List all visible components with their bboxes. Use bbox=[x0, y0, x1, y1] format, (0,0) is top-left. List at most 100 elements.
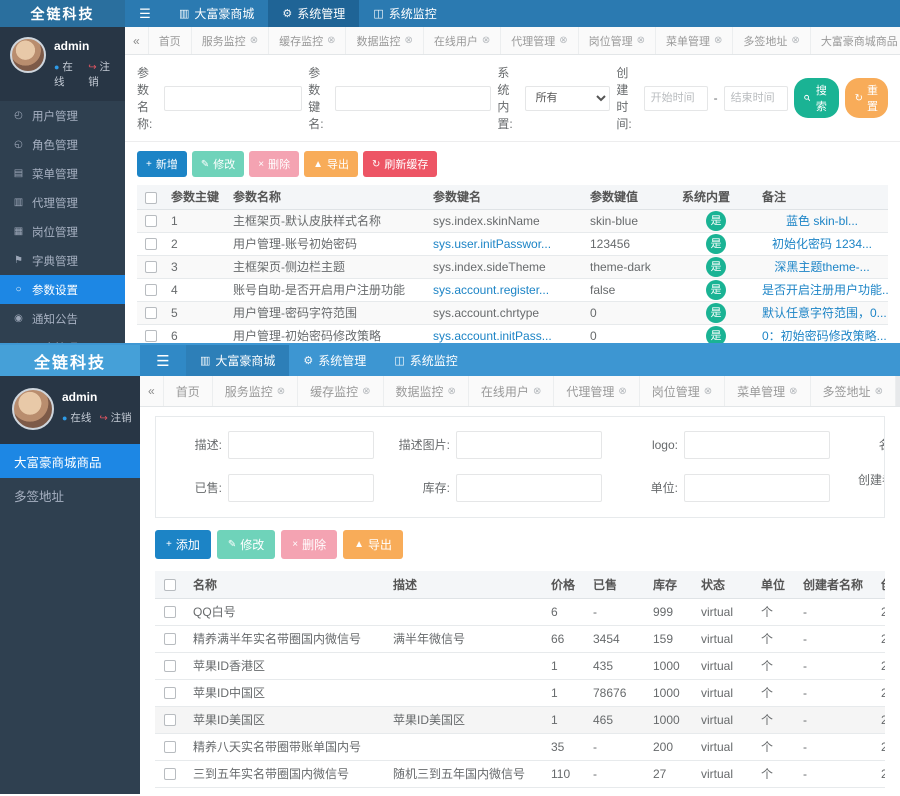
tab-item[interactable]: 大富豪商城商品 ⊗ bbox=[811, 27, 900, 54]
param-name-input[interactable] bbox=[164, 86, 302, 111]
field-input[interactable] bbox=[684, 474, 830, 502]
sidebar-item[interactable]: ◵ 角色管理 ‹ bbox=[0, 130, 125, 159]
remark-link[interactable]: 默认任意字符范围，0... bbox=[756, 301, 888, 324]
sidebar-item[interactable]: ▤ 菜单管理 ‹ bbox=[0, 159, 125, 188]
row-checkbox[interactable] bbox=[145, 261, 157, 273]
tab-close-icon[interactable]: ⊗ bbox=[637, 35, 645, 46]
param-key-cell[interactable]: sys.account.initPass... bbox=[427, 324, 584, 345]
remark-link[interactable]: 初始化密码 1234... bbox=[756, 232, 888, 255]
tab-close-icon[interactable]: ⊗ bbox=[875, 386, 883, 397]
sidebar-item[interactable]: ◴ 用户管理 ‹ bbox=[0, 101, 125, 130]
row-checkbox[interactable] bbox=[164, 660, 176, 672]
tab-item[interactable]: 代理管理 ⊗ bbox=[554, 376, 639, 406]
column-header[interactable]: 参数主键 bbox=[165, 185, 227, 209]
table-row[interactable]: 6 用户管理-初始密码修改策略 sys.account.initPass... … bbox=[137, 324, 888, 345]
toolbar-button[interactable]: ↻ 刷新缓存 bbox=[363, 151, 437, 177]
toolbar-button[interactable]: ▲ 导出 bbox=[343, 530, 403, 559]
logout-link[interactable]: ↪ 注销 bbox=[88, 59, 117, 89]
table-row[interactable]: 苹果ID中国区 1 78676 1000 virtual 个 - 20 bbox=[155, 679, 885, 706]
tab-close-icon[interactable]: ⊗ bbox=[533, 386, 541, 397]
remark-link[interactable]: 是否开启注册用户功能... bbox=[756, 278, 888, 301]
table-row[interactable]: 1 主框架页-默认皮肤样式名称 sys.index.skinName skin-… bbox=[137, 209, 888, 232]
table-row[interactable]: 精养满半年实名带圈国内微信号 满半年微信号 66 3454 159 virtua… bbox=[155, 625, 885, 652]
remark-link[interactable]: 蓝色 skin-bl... bbox=[756, 209, 888, 232]
toolbar-button[interactable]: + 添加 bbox=[155, 530, 211, 559]
table-row[interactable]: 5 用户管理-密码字符范围 sys.account.chrtype 0 是 默认… bbox=[137, 301, 888, 324]
tab-close-icon[interactable]: ⊗ bbox=[789, 386, 797, 397]
tab-item[interactable]: 缓存监控 ⊗ bbox=[298, 376, 383, 406]
table-row[interactable]: 苹果ID美国区 苹果ID美国区 1 465 1000 virtual 个 - 2… bbox=[155, 706, 885, 733]
sidebar-item[interactable]: 多签地址 bbox=[0, 478, 140, 512]
avatar[interactable] bbox=[10, 37, 46, 73]
sidebar-item[interactable]: ✎ 日志管理 ‹ bbox=[0, 333, 125, 345]
field-input[interactable] bbox=[684, 431, 830, 459]
tab-item[interactable]: 缓存监控 ⊗ bbox=[269, 27, 346, 54]
tab-item[interactable]: 菜单管理 ⊗ bbox=[656, 27, 733, 54]
reset-button[interactable]: ↻ 重置 bbox=[845, 78, 888, 118]
tab-close-icon[interactable]: ⊗ bbox=[404, 35, 412, 46]
tab-item[interactable]: 在线用户 ⊗ bbox=[424, 27, 501, 54]
nav-item[interactable]: ⚙ 系统管理 bbox=[268, 0, 359, 27]
tab-close-icon[interactable]: ⊗ bbox=[362, 386, 370, 397]
column-header[interactable]: 库存 bbox=[645, 571, 693, 598]
sidebar-toggle-button[interactable]: ☰ bbox=[125, 0, 165, 27]
table-row[interactable]: 苹果ID香港区 1 435 1000 virtual 个 - 20 bbox=[155, 652, 885, 679]
select-all-checkbox[interactable] bbox=[164, 579, 176, 591]
row-checkbox[interactable] bbox=[164, 687, 176, 699]
table-row[interactable]: 精养满月国内带实名带圈微信号 38 - 200 virtual 个 - 20 bbox=[155, 787, 885, 794]
tab-close-icon[interactable]: ⊗ bbox=[714, 35, 722, 46]
row-checkbox[interactable] bbox=[164, 768, 176, 780]
table-row[interactable]: 3 主框架页-侧边栏主题 sys.index.sideTheme theme-d… bbox=[137, 255, 888, 278]
avatar[interactable] bbox=[12, 388, 54, 430]
row-checkbox[interactable] bbox=[164, 714, 176, 726]
param-key-cell[interactable]: sys.user.initPasswor... bbox=[427, 232, 584, 255]
sidebar-item[interactable]: ⚑ 字典管理 ‹ bbox=[0, 246, 125, 275]
field-input[interactable] bbox=[456, 431, 602, 459]
table-row[interactable]: 精养八天实名带圈带账单国内号 35 - 200 virtual 个 - 20 bbox=[155, 733, 885, 760]
field-input[interactable] bbox=[456, 474, 602, 502]
column-header[interactable]: 创建者名称 bbox=[795, 571, 873, 598]
nav-item[interactable]: ◫ 系统监控 bbox=[380, 345, 471, 376]
tab-item[interactable]: 岗位管理 ⊗ bbox=[640, 376, 725, 406]
tab-item[interactable]: 菜单管理 ⊗ bbox=[725, 376, 810, 406]
tab-item[interactable]: 数据监控 ⊗ bbox=[384, 376, 469, 406]
tab-close-icon[interactable]: ⊗ bbox=[791, 35, 799, 46]
field-input[interactable] bbox=[228, 431, 374, 459]
nav-item[interactable]: ▥ 大富豪商城 bbox=[186, 345, 289, 376]
tab-close-icon[interactable]: ⊗ bbox=[704, 386, 712, 397]
select-all-checkbox[interactable] bbox=[145, 192, 157, 204]
nav-item[interactable]: ▥ 大富豪商城 bbox=[165, 0, 268, 27]
tab-item[interactable]: 服务监控 ⊗ bbox=[213, 376, 298, 406]
builtin-select[interactable]: 所有 bbox=[525, 86, 611, 111]
row-checkbox[interactable] bbox=[145, 330, 157, 342]
sidebar-item[interactable]: ◉ 通知公告 ‹ bbox=[0, 304, 125, 333]
tab-item[interactable]: 多签地址 ⊗ bbox=[811, 376, 896, 406]
row-checkbox[interactable] bbox=[145, 215, 157, 227]
remark-link[interactable]: 深黑主题theme-... bbox=[756, 255, 888, 278]
sidebar-toggle-button[interactable]: ☰ bbox=[140, 345, 186, 376]
nav-item[interactable]: ◫ 系统监控 bbox=[359, 0, 450, 27]
param-key-cell[interactable]: sys.account.chrtype bbox=[427, 301, 584, 324]
search-button[interactable]: 搜索 bbox=[794, 78, 839, 118]
sidebar-item[interactable]: 大富豪商城商品 bbox=[0, 444, 140, 478]
tab-close-icon[interactable]: ⊗ bbox=[277, 386, 285, 397]
remark-link[interactable]: 0：初始密码修改策略... bbox=[756, 324, 888, 345]
table-row[interactable]: 2 用户管理-账号初始密码 sys.user.initPasswor... 12… bbox=[137, 232, 888, 255]
column-header[interactable]: 状态 bbox=[693, 571, 753, 598]
param-key-input[interactable] bbox=[335, 86, 491, 111]
tab-item[interactable]: 岗位管理 ⊗ bbox=[579, 27, 656, 54]
logout-link[interactable]: ↪ 注销 bbox=[99, 410, 131, 425]
tab-close-icon[interactable]: ⊗ bbox=[559, 35, 567, 46]
tab-close-icon[interactable]: ⊗ bbox=[327, 35, 335, 46]
column-header[interactable]: 单位 bbox=[753, 571, 795, 598]
tab-item[interactable]: 在线用户 ⊗ bbox=[469, 376, 554, 406]
tab-close-icon[interactable]: ⊗ bbox=[618, 386, 626, 397]
column-header[interactable]: 参数名称 bbox=[227, 185, 427, 209]
nav-item[interactable]: ⚙ 系统管理 bbox=[289, 345, 380, 376]
sidebar-item[interactable]: ○ 参数设置 ‹ bbox=[0, 275, 125, 304]
table-row[interactable]: 4 账号自助-是否开启用户注册功能 sys.account.register..… bbox=[137, 278, 888, 301]
row-checkbox[interactable] bbox=[164, 606, 176, 618]
field-input[interactable] bbox=[228, 474, 374, 502]
tabs-collapse-button[interactable]: « bbox=[140, 376, 164, 406]
column-header[interactable]: 已售 bbox=[585, 571, 645, 598]
